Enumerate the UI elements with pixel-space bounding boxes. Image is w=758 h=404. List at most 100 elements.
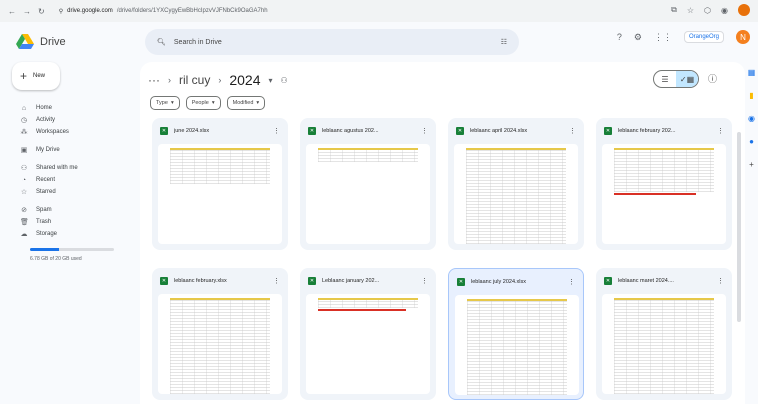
share-people-icon[interactable]: ⚇ <box>281 76 288 85</box>
sidebar-item-recent[interactable]: ◔ Recent <box>0 174 140 186</box>
sidebar-item-shared-with-me[interactable]: ⚇ Shared with me <box>0 162 140 174</box>
reload-icon[interactable]: ↻ <box>38 7 45 16</box>
site-info-icon[interactable]: ⚲ <box>59 8 63 15</box>
contacts-icon[interactable]: ● <box>749 137 754 146</box>
sheets-file-icon: ✕ <box>308 277 316 285</box>
tasks-icon[interactable]: ◉ <box>748 114 755 123</box>
help-icon[interactable]: ? <box>617 32 622 42</box>
search-input[interactable]: 🔍︎ Search in Drive ☷ <box>145 29 519 55</box>
sidebar-item-label: Trash <box>36 219 52 225</box>
breadcrumb-ellipsis[interactable]: ··· <box>148 73 160 87</box>
view-toggle[interactable]: ☰ ✓▦ <box>653 70 699 88</box>
activity-icon: ◷ <box>20 117 28 124</box>
sidebar-item-label: Workspaces <box>36 129 69 135</box>
shared-icon: ⚇ <box>20 165 28 172</box>
sheets-file-icon: ✕ <box>308 127 316 135</box>
drive-logo[interactable]: Drive <box>0 34 145 50</box>
file-name: leblaanc maret 2024.... <box>618 278 674 284</box>
grid-view-icon[interactable]: ✓▦ <box>676 71 698 87</box>
spreadsheet-preview <box>466 148 566 244</box>
sidebar-item-activity[interactable]: ◷ Activity <box>0 114 140 126</box>
file-name: Leblaanc january 202... <box>322 278 380 284</box>
file-thumbnail[interactable] <box>454 144 578 244</box>
recent-icon: ◔ <box>21 176 27 184</box>
chevron-down-icon[interactable]: ▾ <box>269 76 273 85</box>
more-options-icon[interactable]: ⋮ <box>421 277 428 285</box>
sidebar-item-starred[interactable]: ☆ Starred <box>0 186 140 198</box>
file-card[interactable]: ✕ leblaanc july 2024.xlsx ⋮ <box>448 268 584 400</box>
file-name: leblaanc february.xlsx <box>174 278 227 284</box>
more-options-icon[interactable]: ⋮ <box>273 127 280 135</box>
profile-icon[interactable]: ◉ <box>721 6 728 15</box>
file-card[interactable]: ✕ leblaanc maret 2024.... ⋮ <box>596 268 732 400</box>
sidebar-item-storage[interactable]: ☁ Storage <box>0 228 140 240</box>
file-thumbnail[interactable] <box>158 294 282 394</box>
apps-grid-icon[interactable]: ⋮⋮ <box>654 32 672 43</box>
avatar[interactable]: N <box>736 30 750 44</box>
more-options-icon[interactable]: ⋮ <box>717 127 724 135</box>
workspaces-icon: ⁂ <box>20 129 28 136</box>
cast-icon[interactable]: ⧉ <box>671 5 677 15</box>
add-addon-icon[interactable]: + <box>749 160 754 169</box>
sidebar-item-label: Activity <box>36 117 56 123</box>
forward-icon[interactable]: → <box>23 7 31 16</box>
file-card[interactable]: ✕ leblaanc february 202... ⋮ <box>596 118 732 250</box>
sidebar-item-spam[interactable]: ⊘ Spam <box>0 204 140 216</box>
list-view-icon[interactable]: ☰ <box>654 71 676 87</box>
sidebar-item-label: Storage <box>36 231 58 237</box>
file-thumbnail[interactable] <box>602 144 726 244</box>
scrollbar[interactable] <box>737 132 741 322</box>
file-card[interactable]: ✕ june 2024.xlsx ⋮ <box>152 118 288 250</box>
chevron-right-icon: › <box>218 75 222 85</box>
plus-icon: + <box>20 69 28 83</box>
recording-icon[interactable] <box>738 4 750 16</box>
url-domain: drive.google.com <box>67 8 113 14</box>
extensions-icon[interactable]: ⬡ <box>704 6 711 15</box>
file-thumbnail[interactable] <box>602 294 726 394</box>
breadcrumb-parent[interactable]: ril cuy <box>179 73 210 87</box>
sidebar-item-home[interactable]: ⌂ Home <box>0 102 140 114</box>
sidebar: + New ⌂ Home ◷ Activity ⁂ Workspaces ▣ My Drive… <box>0 62 140 262</box>
more-options-icon[interactable]: ⋮ <box>569 127 576 135</box>
address-bar[interactable]: ⚲ drive.google.com/drive/folders/1YXCygy… <box>59 8 268 15</box>
file-thumbnail[interactable] <box>158 144 282 244</box>
filter-modified[interactable]: Modified ▾ <box>226 96 266 110</box>
file-card[interactable]: ✕ leblaanc april 2024.xlsx ⋮ <box>448 118 584 250</box>
star-icon: ☆ <box>20 189 28 196</box>
home-icon: ⌂ <box>21 104 27 112</box>
file-thumbnail[interactable] <box>455 295 579 395</box>
back-icon[interactable]: ← <box>8 7 16 16</box>
new-button[interactable]: + New <box>12 62 60 90</box>
settings-gear-icon[interactable]: ⚙ <box>634 32 642 43</box>
filter-label: Modified <box>232 100 254 106</box>
search-icon[interactable]: 🔍︎ <box>157 38 166 46</box>
sidebar-item-my-drive[interactable]: ▣ My Drive <box>0 144 140 156</box>
sidebar-item-label: Spam <box>36 207 52 213</box>
keep-icon[interactable]: ▮ <box>749 91 753 100</box>
file-card[interactable]: ✕ Leblaanc january 202... ⋮ <box>300 268 436 400</box>
breadcrumb-current-folder[interactable]: 2024 <box>229 72 260 88</box>
file-thumbnail[interactable] <box>306 144 430 244</box>
filter-type[interactable]: Type ▾ <box>150 96 180 110</box>
new-button-label: New <box>33 73 46 79</box>
file-card[interactable]: ✕ leblaanc agustus 202... ⋮ <box>300 118 436 250</box>
sidebar-item-trash[interactable]: 🗑 Trash <box>0 216 140 228</box>
more-options-icon[interactable]: ⋮ <box>717 277 724 285</box>
info-icon[interactable]: ⓘ <box>708 72 717 85</box>
spreadsheet-preview <box>614 148 714 192</box>
highlight-row <box>318 309 406 311</box>
more-options-icon[interactable]: ⋮ <box>273 277 280 285</box>
bookmark-star-icon[interactable]: ☆ <box>687 6 694 15</box>
file-card[interactable]: ✕ leblaanc february.xlsx ⋮ <box>152 268 288 400</box>
more-options-icon[interactable]: ⋮ <box>568 278 575 286</box>
more-options-icon[interactable]: ⋮ <box>421 127 428 135</box>
sidebar-item-workspaces[interactable]: ⁂ Workspaces <box>0 126 140 138</box>
file-name: leblaanc july 2024.xlsx <box>471 279 527 285</box>
filter-people[interactable]: People ▾ <box>185 96 221 110</box>
calendar-icon[interactable]: ▦ <box>748 68 756 77</box>
organization-logo[interactable]: OrangeOrg <box>683 31 724 43</box>
search-options-icon[interactable]: ☷ <box>501 38 507 46</box>
highlight-row <box>614 193 696 195</box>
spreadsheet-preview <box>318 148 418 162</box>
file-thumbnail[interactable] <box>306 294 430 394</box>
